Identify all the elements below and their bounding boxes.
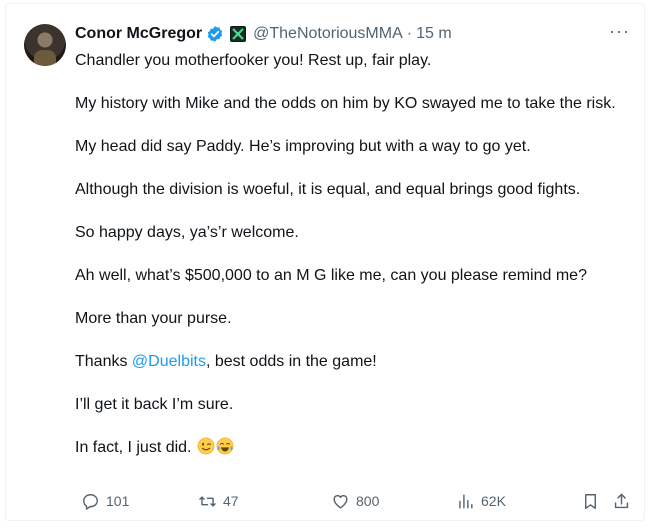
thanks-prefix: Thanks <box>75 353 132 370</box>
avatar[interactable] <box>24 24 66 66</box>
author-name[interactable]: Conor McGregor <box>75 24 202 44</box>
share-button[interactable] <box>612 490 631 512</box>
more-options-icon[interactable]: ··· <box>609 22 630 40</box>
like-count: 800 <box>356 493 380 509</box>
views-button[interactable]: 62K <box>456 490 506 512</box>
repost-icon <box>199 495 216 507</box>
views-count: 62K <box>481 493 506 509</box>
timestamp[interactable]: 15 m <box>416 24 452 44</box>
closing-text: In fact, I just did. <box>75 439 192 456</box>
like-button[interactable]: 800 <box>331 490 379 512</box>
bookmark-icon <box>585 493 596 509</box>
share-icon <box>614 493 629 508</box>
reply-icon <box>83 493 98 510</box>
tweet-body: Chandler you motherfooker you! Rest up, … <box>75 50 620 458</box>
tweet-paragraph-last: In fact, I just did. <box>75 437 620 458</box>
repost-button[interactable]: 47 <box>198 490 239 512</box>
tears-of-joy-face-icon <box>216 437 234 455</box>
tweet-paragraph: So happy days, ya’s’r welcome. <box>75 224 299 241</box>
heart-icon <box>333 494 348 509</box>
reply-count: 101 <box>106 493 130 509</box>
affiliate-badge-icon[interactable] <box>230 26 247 42</box>
tweet-card[interactable]: Conor McGregor @TheNotoriousMMA · 15 m ·… <box>5 3 645 521</box>
thanks-suffix: , best odds in the game! <box>205 353 377 370</box>
mention-link[interactable]: @Duelbits <box>132 353 206 370</box>
views-chart-icon <box>459 493 473 509</box>
tweet-paragraph: Chandler you motherfooker you! Rest up, … <box>75 52 432 69</box>
author-handle[interactable]: @TheNotoriousMMA <box>253 24 403 44</box>
verified-badge-icon[interactable] <box>206 25 224 43</box>
reply-button[interactable]: 101 <box>81 490 129 512</box>
tweet-paragraph: Although the division is woeful, it is e… <box>75 181 581 198</box>
tweet-paragraph-thanks: Thanks @Duelbits, best odds in the game! <box>75 351 620 372</box>
winking-face-icon <box>197 437 215 455</box>
tweet-paragraph: Ah well, what’s $500,000 to an M G like … <box>75 267 587 284</box>
bookmark-button[interactable] <box>581 490 600 512</box>
separator-dot: · <box>406 25 413 42</box>
repost-count: 47 <box>223 493 239 509</box>
tweet-paragraph: More than your purse. <box>75 310 232 327</box>
tweet-paragraph: My history with Mike and the odds on him… <box>75 95 616 112</box>
tweet-paragraph: My head did say Paddy. He’s improving bu… <box>75 138 531 155</box>
action-bar: 101 47 800 62K <box>75 490 635 512</box>
tweet-header: Conor McGregor @TheNotoriousMMA · 15 m <box>75 24 452 44</box>
tweet-paragraph: I’ll get it back I’m sure. <box>75 396 234 413</box>
